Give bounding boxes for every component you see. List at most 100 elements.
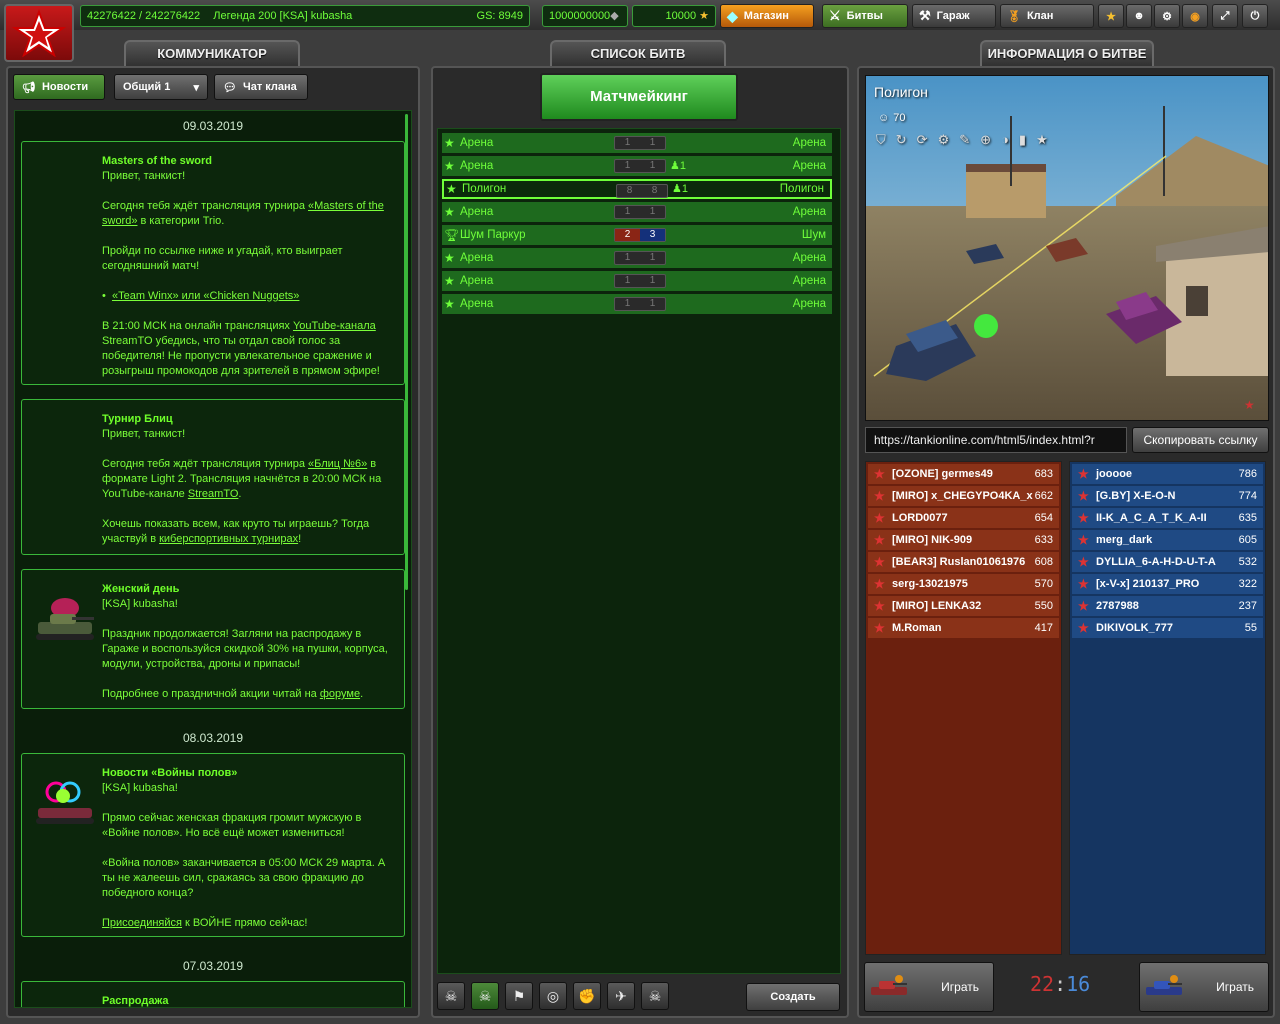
player-score: 786	[1238, 468, 1257, 480]
communicator-title: КОММУНИКАТОР	[124, 40, 300, 68]
player-row[interactable]: ★ [BEAR3] Ruslan01061976 608	[868, 552, 1059, 572]
player-row[interactable]: ★ serg-13021975 570	[868, 574, 1059, 594]
news-feed: 09.03.2019 Masters of the sword Привет, …	[14, 110, 412, 1008]
shop-button[interactable]: ◆ Магазин	[720, 4, 814, 28]
play-blue-button[interactable]: Играть	[1139, 962, 1269, 1012]
battle-url-field[interactable]: https://tankionline.com/html5/index.html…	[865, 427, 1127, 453]
player-row[interactable]: ★ [G.BY] X-E-O-N 774	[1072, 486, 1263, 506]
battle-name: Арена	[460, 206, 494, 218]
battle-row[interactable]: ★ Полигон 8 8 ♟1 Полигон	[442, 179, 832, 199]
battle-row[interactable]: ★ Арена 1 1 ♟1 Арена	[442, 156, 832, 176]
filter-control-icon[interactable]: ◎	[539, 982, 567, 1010]
battle-row[interactable]: ★ Арена 1 1 Арена	[442, 271, 832, 291]
player-row[interactable]: ★ DIKIVOLK_777 55	[1072, 618, 1263, 638]
favorite-star-icon: ★	[444, 274, 455, 288]
rank-name: Легенда 200 [KSA] kubasha	[213, 10, 353, 22]
garage-button[interactable]: ⚒ Гараж	[912, 4, 996, 28]
battle-map: Шум	[801, 229, 826, 241]
red-team-list: ★ [OZONE] germes49 683 ★ [MIRO] x_CHEGYPO4KA…	[865, 461, 1062, 955]
news-link[interactable]: «Блиц №6»	[308, 458, 367, 470]
player-row[interactable]: ★ jooooe 786	[1072, 464, 1263, 484]
news-link[interactable]: YouTube-канала	[293, 320, 376, 332]
player-row[interactable]: ★ [MIRO] NIK-909 633	[868, 530, 1059, 550]
channel-select[interactable]: Общий 1 ▾	[114, 74, 208, 100]
news-link[interactable]: Присоединяйся	[102, 917, 182, 929]
favorite-star-icon: ★	[444, 251, 455, 265]
star-menu-icon[interactable]: ★	[1098, 4, 1124, 28]
fullscreen-icon[interactable]: ⤢	[1212, 4, 1238, 28]
player-name: [G.BY] X-E-O-N	[1096, 490, 1176, 502]
filter-assault-icon[interactable]: ✊	[573, 982, 601, 1010]
player-row[interactable]: ★ M.Roman 417	[868, 618, 1059, 638]
play-red-button[interactable]: Играть	[864, 962, 994, 1012]
experience-value: 42276422 / 242276422	[87, 10, 201, 22]
news-link[interactable]: форуме	[320, 688, 360, 700]
player-row[interactable]: ★ [MIRO] LENKA32 550	[868, 596, 1059, 616]
feed-scrollbar[interactable]	[405, 114, 408, 590]
player-name: [x-V-x] 210137_PRO	[1096, 578, 1200, 590]
tab-news[interactable]: 📢︎ Новости	[13, 74, 105, 100]
player-score: 774	[1238, 490, 1257, 502]
player-name: II-K_A_C_A_T_K_A-II	[1096, 512, 1207, 524]
stars-counter[interactable]: 10000 ★	[632, 5, 716, 27]
battle-row[interactable]: ★ Арена 1 1 Арена	[442, 294, 832, 314]
rank-star-icon	[12, 9, 66, 57]
filter-ctf-icon[interactable]: ⚑	[505, 982, 533, 1010]
diamond-icon: ◆	[727, 7, 738, 24]
map-preview-image	[866, 76, 1268, 420]
news-text: StreamTO убедись, что ты отдал свой голо…	[102, 335, 380, 377]
news-text: Сегодня тебя ждёт трансляция турнира	[102, 458, 309, 470]
shop-label: Магазин	[743, 10, 789, 22]
team-count: 11	[614, 274, 666, 288]
filter-juggernaut-icon[interactable]: ☠	[641, 982, 669, 1010]
team-count: 11	[614, 159, 666, 173]
tab-clan-chat[interactable]: 💬︎ Чат клана	[214, 74, 308, 100]
news-link[interactable]: киберспортивных турнирах	[159, 533, 298, 545]
play-blue-label: Играть	[1216, 980, 1254, 994]
news-item: Masters of the sword Привет, танкист! Се…	[21, 141, 405, 385]
support-icon[interactable]: ◉	[1182, 4, 1208, 28]
tab-clan-chat-label: Чат клана	[242, 81, 297, 93]
rank-icon: ★	[874, 621, 885, 635]
battle-row[interactable]: ★ Арена 1 1 Арена	[442, 133, 832, 153]
news-item: Распродажа	[21, 981, 405, 1007]
player-row[interactable]: ★ [x-V-x] 210137_PRO 322	[1072, 574, 1263, 594]
friends-in-battle: ♟1	[670, 156, 686, 176]
settings-gear-icon[interactable]: ⚙	[1154, 4, 1180, 28]
crystals-counter[interactable]: 1000000000◆	[542, 5, 628, 27]
player-row[interactable]: ★ 2787988 237	[1072, 596, 1263, 616]
battle-row[interactable]: 🏆︎ Шум Паркур 2 3 Шум	[442, 225, 832, 245]
restart-icon: ⟳	[916, 132, 928, 147]
battles-button[interactable]: ⚔ Битвы	[822, 4, 908, 28]
filter-team-icon[interactable]: ☠	[471, 982, 499, 1010]
battle-row[interactable]: ★ Арена 1 1 Арена	[442, 248, 832, 268]
team-count-blue: 1	[649, 252, 656, 263]
rank-icon: ★	[1078, 533, 1089, 547]
battle-name: Арена	[460, 137, 494, 149]
player-name: [MIRO] LENKA32	[892, 600, 982, 612]
rank-logo[interactable]	[4, 4, 74, 62]
crystals-value: 1000000000	[549, 10, 611, 22]
battle-row[interactable]: ★ Арена 1 1 Арена	[442, 202, 832, 222]
news-link[interactable]: «Team Winx» или «Chicken Nuggets»	[112, 290, 299, 302]
news-greeting: [KSA] kubasha!	[102, 782, 178, 794]
player-row[interactable]: ★ DYLLIA_6-A-H-D-U-T-A 532	[1072, 552, 1263, 572]
friends-count: 1	[681, 183, 688, 195]
exit-icon[interactable]: ⏻	[1242, 4, 1268, 28]
copy-link-button[interactable]: Скопировать ссылку	[1132, 427, 1269, 453]
filter-rugby-icon[interactable]: ✈	[607, 982, 635, 1010]
clan-button[interactable]: 🏅︎ Клан	[1000, 4, 1094, 28]
news-text: «Война полов» заканчивается в 05:00 МСК …	[102, 857, 386, 899]
player-row[interactable]: ★ [OZONE] germes49 683	[868, 464, 1059, 484]
team-count-red: 1	[624, 137, 631, 148]
player-row[interactable]: ★ [MIRO] x_CHEGYPO4KA_x 662	[868, 486, 1059, 506]
player-score: 654	[1034, 512, 1053, 524]
player-row[interactable]: ★ II-K_A_C_A_T_K_A-II 635	[1072, 508, 1263, 528]
player-row[interactable]: ★ merg_dark 605	[1072, 530, 1263, 550]
news-link[interactable]: StreamTO	[188, 488, 239, 500]
create-battle-button[interactable]: Создать	[746, 983, 840, 1011]
filter-skull-icon[interactable]: ☠	[437, 982, 465, 1010]
matchmaking-button[interactable]: Матчмейкинг	[540, 73, 738, 121]
player-row[interactable]: ★ LORD0077 654	[868, 508, 1059, 528]
friends-icon[interactable]: ☻	[1126, 4, 1152, 28]
